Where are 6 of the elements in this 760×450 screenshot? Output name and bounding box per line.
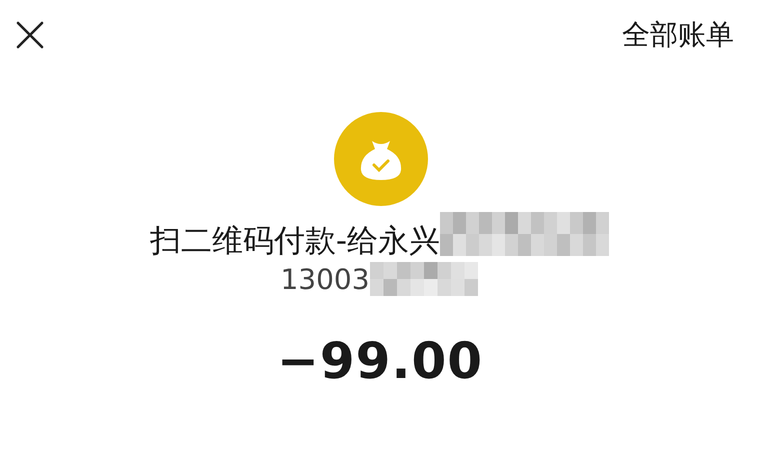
close-icon[interactable] — [16, 21, 44, 49]
amount: −99.00 — [276, 332, 484, 390]
account-number: 13003 — [280, 262, 370, 296]
payee-title: 扫二维码付款-给永兴 — [150, 222, 440, 261]
money-bag-icon — [334, 112, 428, 206]
all-bills-link[interactable]: 全部账单 — [622, 16, 734, 54]
